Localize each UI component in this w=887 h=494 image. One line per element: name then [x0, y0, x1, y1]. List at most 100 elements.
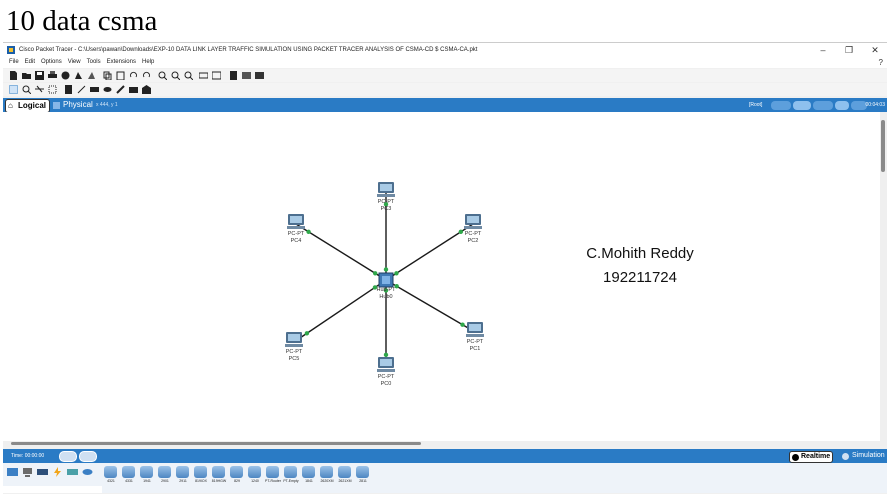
- zoom-in-icon[interactable]: [158, 71, 167, 80]
- save-icon[interactable]: [35, 71, 44, 80]
- power-cycle-button[interactable]: [59, 451, 77, 462]
- network-info-icon[interactable]: [74, 71, 83, 80]
- components-category-icon[interactable]: [37, 467, 48, 477]
- router-model-icon[interactable]: [356, 466, 369, 478]
- router-model-icon[interactable]: [212, 466, 225, 478]
- undo-icon[interactable]: [129, 71, 138, 80]
- vertical-scrollbar[interactable]: [880, 112, 887, 446]
- physical-icon: [53, 102, 60, 109]
- zoom-reset-icon[interactable]: [171, 71, 180, 80]
- router-model-icon[interactable]: [284, 466, 297, 478]
- router-model-label: PT-Empty: [283, 479, 299, 483]
- router-model-icon[interactable]: [320, 466, 333, 478]
- image-icon[interactable]: [242, 71, 251, 80]
- pc-type-label: PC-PT: [377, 374, 395, 380]
- annotation-name: C.Mohith Reddy: [586, 245, 694, 262]
- new-file-icon[interactable]: [9, 71, 18, 80]
- pc-icon-pc2[interactable]: [464, 214, 482, 229]
- hub-icon[interactable]: [378, 272, 394, 288]
- select-icon[interactable]: [9, 85, 18, 94]
- multiuser-category-icon[interactable]: [82, 467, 93, 477]
- pc-type-label: PC-PT: [466, 339, 484, 345]
- root-label[interactable]: [Root]: [749, 102, 762, 108]
- link-light: [460, 322, 465, 327]
- pc-icon-pc1[interactable]: [466, 322, 484, 337]
- vertical-scroll-thumb[interactable]: [881, 120, 885, 172]
- router-model-icon[interactable]: [104, 466, 117, 478]
- router-model-label: 2621XM: [338, 479, 352, 483]
- activity-wizard-icon[interactable]: [61, 71, 70, 80]
- router-model-icon[interactable]: [176, 466, 189, 478]
- router-model-icon[interactable]: [140, 466, 153, 478]
- viewport-controls[interactable]: [771, 100, 869, 111]
- drawing-palette-icon[interactable]: [199, 71, 208, 80]
- zoom-out-icon[interactable]: [184, 71, 193, 80]
- maximize-button[interactable]: ❐: [839, 43, 859, 57]
- new-cluster-icon[interactable]: [813, 101, 833, 110]
- pc-icon-pc5[interactable]: [285, 332, 303, 347]
- move-object-icon[interactable]: [835, 101, 849, 110]
- router-model-label: 2901: [161, 479, 169, 483]
- custom-device-dialog-icon[interactable]: [212, 71, 221, 80]
- realtime-mode-tab[interactable]: Realtime: [789, 451, 834, 463]
- pc-icon-pc4[interactable]: [287, 214, 305, 229]
- minimize-button[interactable]: –: [813, 43, 833, 57]
- menu-extensions[interactable]: Extensions: [107, 59, 136, 65]
- router-model-label: 2811: [359, 479, 367, 483]
- pc-icon-pc0[interactable]: [377, 357, 395, 372]
- link-light: [394, 271, 399, 276]
- draw-rectangle-icon[interactable]: [90, 85, 99, 94]
- print-icon[interactable]: [48, 71, 57, 80]
- link-light: [383, 352, 389, 358]
- draw-ellipse-icon[interactable]: [103, 85, 112, 94]
- menu-options[interactable]: Options: [41, 59, 62, 65]
- custom-device-icon[interactable]: [87, 71, 96, 80]
- router-model-icon[interactable]: [230, 466, 243, 478]
- help-icon[interactable]: ?: [879, 57, 883, 68]
- category-name-box: [3, 486, 102, 493]
- menu-file[interactable]: File: [9, 59, 19, 65]
- router-model-icon[interactable]: [158, 466, 171, 478]
- pc-name-label: PC5: [288, 356, 300, 362]
- router-model-icon[interactable]: [338, 466, 351, 478]
- router-model-icon[interactable]: [248, 466, 261, 478]
- place-note-icon[interactable]: [64, 85, 73, 94]
- horizontal-scroll-thumb[interactable]: [11, 442, 421, 445]
- draw-line-icon[interactable]: [77, 85, 86, 94]
- freeform-icon[interactable]: [116, 85, 125, 94]
- inspect-icon[interactable]: [22, 85, 31, 94]
- tab-physical[interactable]: Physical: [53, 99, 93, 111]
- pdu-list-icon[interactable]: [229, 71, 238, 80]
- router-model-icon[interactable]: [302, 466, 315, 478]
- router-model-icon[interactable]: [266, 466, 279, 478]
- clock-time: 00:04:03: [865, 102, 885, 108]
- back-button[interactable]: [771, 101, 791, 110]
- miscellaneous-category-icon[interactable]: [67, 467, 78, 477]
- menu-view[interactable]: View: [68, 59, 81, 65]
- tab-logical[interactable]: ⌂ Logical: [5, 99, 51, 113]
- menu-help[interactable]: Help: [142, 59, 154, 65]
- connections-category-icon[interactable]: [52, 467, 63, 477]
- horizontal-scrollbar[interactable]: [3, 441, 880, 447]
- router-model-icon[interactable]: [194, 466, 207, 478]
- add-simple-pdu-icon[interactable]: [129, 85, 138, 94]
- viewport-icon[interactable]: [793, 101, 811, 110]
- pc-icon-pc3[interactable]: [377, 182, 395, 197]
- delete-icon[interactable]: [35, 85, 44, 94]
- screenshot-icon[interactable]: [255, 71, 264, 80]
- simulation-mode-tab[interactable]: Simulation: [842, 451, 885, 461]
- router-model-icon[interactable]: [122, 466, 135, 478]
- close-button[interactable]: ✕: [865, 43, 885, 57]
- add-complex-pdu-icon[interactable]: [142, 85, 151, 94]
- resize-shape-icon[interactable]: [48, 85, 57, 94]
- paste-icon[interactable]: [116, 71, 125, 80]
- logical-workspace[interactable]: PC-PT PC0 PC-PT PC1 PC-PT PC2 PC-PT PC3 PC-PT PC4…: [3, 112, 880, 446]
- fast-forward-button[interactable]: [79, 451, 97, 462]
- network-devices-category-icon[interactable]: [7, 467, 18, 477]
- copy-icon[interactable]: [103, 71, 112, 80]
- menu-edit[interactable]: Edit: [25, 59, 35, 65]
- end-devices-category-icon[interactable]: [22, 467, 33, 477]
- menu-tools[interactable]: Tools: [87, 59, 101, 65]
- redo-icon[interactable]: [142, 71, 151, 80]
- open-folder-icon[interactable]: [22, 71, 31, 80]
